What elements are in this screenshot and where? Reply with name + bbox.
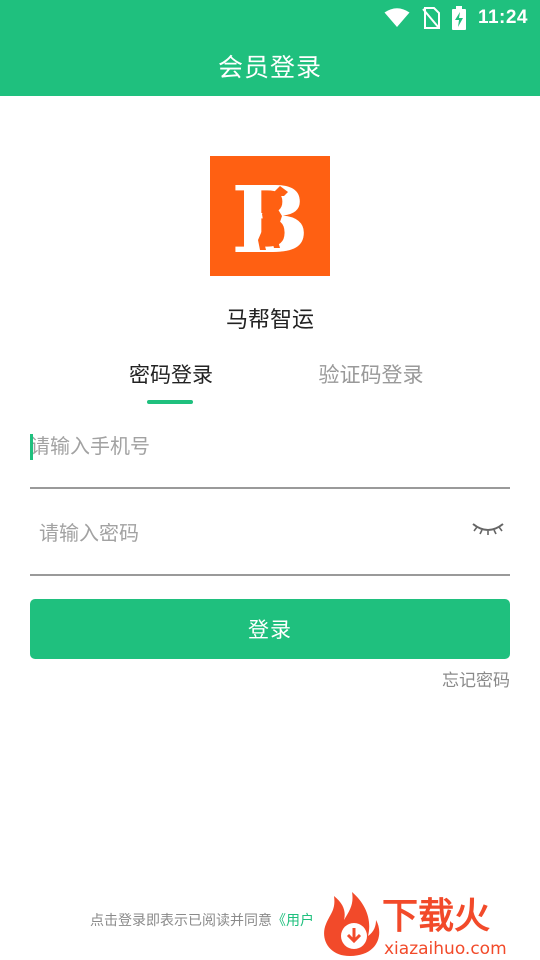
- password-field: [30, 490, 510, 576]
- status-icons: 11:24: [384, 6, 528, 30]
- text-cursor: [30, 434, 33, 460]
- status-bar: 11:24: [0, 0, 540, 36]
- phone-field: [30, 403, 510, 489]
- wifi-icon: [384, 8, 410, 27]
- app-name: 马帮智运: [225, 308, 314, 333]
- battery-charging-icon: [451, 6, 466, 30]
- status-time: 11:24: [477, 7, 528, 28]
- tab-sms-login[interactable]: 验证码登录: [318, 358, 424, 392]
- watermark-domain: xiazaihuo.com: [384, 939, 507, 959]
- app-bar: 会员登录: [0, 36, 540, 96]
- agreement-text: 点击登录即表示已阅读并同意《用户: [90, 910, 314, 930]
- no-sim-icon: [422, 7, 440, 29]
- watermark-title: 下载火: [382, 896, 490, 937]
- tab-password-login[interactable]: 密码登录: [128, 358, 214, 392]
- page-title: 会员登录: [217, 53, 322, 82]
- eye-closed-icon[interactable]: [470, 516, 506, 540]
- login-button[interactable]: 登录: [30, 599, 510, 659]
- user-agreement-link[interactable]: 《用户: [272, 913, 314, 929]
- agreement-label: 点击登录即表示已阅读并同意: [90, 913, 272, 929]
- forgot-password-link[interactable]: 忘记密码: [442, 666, 510, 691]
- watermark-logo: 下载火 xiazaihuo.com: [324, 892, 507, 959]
- phone-input[interactable]: [30, 403, 450, 489]
- password-input[interactable]: [30, 490, 450, 576]
- app-logo: B: [210, 156, 330, 276]
- horse-b-logo-icon: B: [231, 166, 309, 274]
